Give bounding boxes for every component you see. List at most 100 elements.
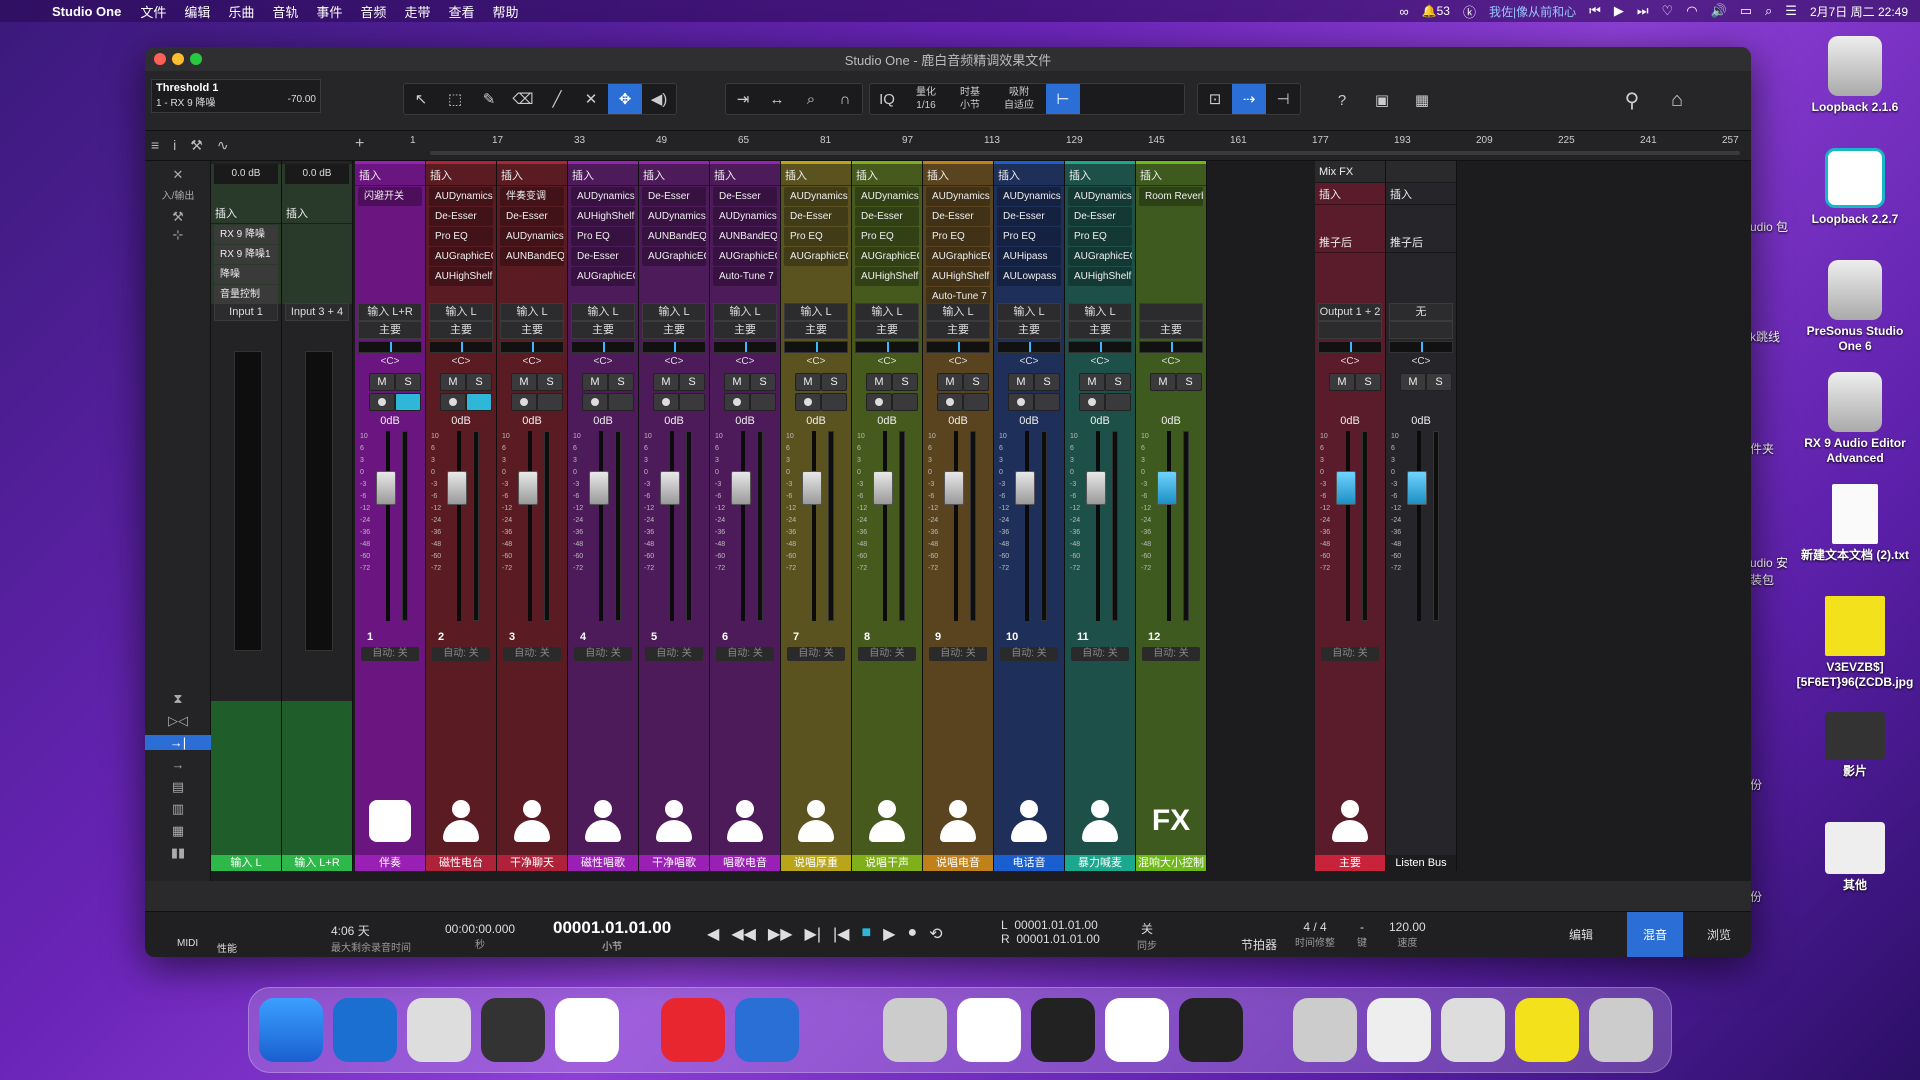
- input-select[interactable]: 输入 L: [855, 303, 919, 321]
- input-select[interactable]: 输入 L: [713, 303, 777, 321]
- output-select[interactable]: 主要: [997, 321, 1061, 339]
- monitor-button[interactable]: [466, 393, 492, 411]
- channel-name[interactable]: 伴奏: [355, 855, 425, 871]
- insert-header[interactable]: 插入: [781, 164, 851, 186]
- play-button[interactable]: ▶: [883, 924, 895, 944]
- pan-knob[interactable]: [1389, 341, 1453, 353]
- volume-fader[interactable]: [376, 471, 396, 505]
- volume-fader[interactable]: [1086, 471, 1106, 505]
- pan-knob[interactable]: [429, 341, 493, 353]
- monitor-button[interactable]: [679, 393, 705, 411]
- studio-one-dock-icon[interactable]: [1179, 998, 1243, 1062]
- plugin-slot[interactable]: AUGraphicEQ: [571, 267, 635, 286]
- plugin-slot[interactable]: AUDynamics: [500, 227, 564, 246]
- mute-button[interactable]: M: [511, 373, 537, 391]
- automation-icon[interactable]: ∿: [217, 137, 229, 154]
- metronome-label[interactable]: 节拍器: [1241, 936, 1277, 953]
- pan-knob[interactable]: [1139, 341, 1203, 353]
- channel-name[interactable]: 混响大小控制: [1136, 855, 1206, 871]
- channel-name[interactable]: Listen Bus: [1386, 855, 1456, 871]
- insert-header[interactable]: 插入: [1315, 183, 1385, 205]
- split-view-icon[interactable]: ⊣: [1266, 84, 1300, 114]
- iq-button[interactable]: IQ: [870, 84, 904, 114]
- output-select[interactable]: 主要: [926, 321, 990, 339]
- send-header[interactable]: 推子后: [1315, 231, 1385, 253]
- automation-select[interactable]: 自动: 关: [503, 647, 561, 661]
- desktop-partial-label[interactable]: 份: [1750, 888, 1790, 905]
- pan-knob[interactable]: [1318, 341, 1382, 353]
- pan-knob[interactable]: [642, 341, 706, 353]
- plugin-slot[interactable]: AULowpass: [997, 267, 1061, 286]
- monitor-button[interactable]: [963, 393, 989, 411]
- pan-knob[interactable]: [1068, 341, 1132, 353]
- output-select[interactable]: [1389, 321, 1453, 339]
- volume-fader[interactable]: [802, 471, 822, 505]
- solo-button[interactable]: S: [892, 373, 918, 391]
- plugin-slot[interactable]: De-Esser: [855, 207, 919, 226]
- io-label[interactable]: 入/输出: [145, 187, 211, 202]
- qq-icon[interactable]: [809, 998, 873, 1062]
- record-arm-button[interactable]: [369, 393, 395, 411]
- insert-header[interactable]: 插入: [923, 164, 993, 186]
- mute-button[interactable]: M: [1400, 373, 1426, 391]
- menu-view[interactable]: 查看: [448, 2, 474, 21]
- volume-fader[interactable]: [731, 471, 751, 505]
- solo-button[interactable]: S: [1105, 373, 1131, 391]
- plugin-slot[interactable]: AUNBandEQ: [713, 227, 777, 246]
- menu-transport[interactable]: 走带: [404, 2, 430, 21]
- input-select[interactable]: 输入 L: [500, 303, 564, 321]
- bend-tool-icon[interactable]: ✥: [608, 84, 642, 114]
- desktop-icon[interactable]: Loopback 2.2.7: [1795, 148, 1915, 227]
- monitor-button[interactable]: [608, 393, 634, 411]
- minimize-window-button[interactable]: [172, 53, 184, 65]
- input-select[interactable]: 输入 L+R: [358, 303, 422, 321]
- rewind-icon[interactable]: ◀◀: [731, 924, 756, 944]
- snap-toggle-icon[interactable]: ⊢: [1046, 84, 1080, 114]
- plugin-slot[interactable]: AUDynamics: [784, 187, 848, 206]
- piano-icon[interactable]: ▤: [145, 779, 211, 795]
- creative-cloud-icon[interactable]: ∞: [1399, 4, 1408, 19]
- record-arm-button[interactable]: [582, 393, 608, 411]
- menu-file[interactable]: 文件: [140, 2, 166, 21]
- k-app-icon[interactable]: ⓚ: [1463, 2, 1476, 21]
- preview-icon[interactable]: [883, 998, 947, 1062]
- pan-knob[interactable]: [784, 341, 848, 353]
- next-track-icon[interactable]: ⏭: [1637, 3, 1649, 19]
- menu-audio[interactable]: 音频: [360, 2, 386, 21]
- sync-toggle[interactable]: 关同步: [1137, 920, 1157, 952]
- volume-fader[interactable]: [589, 471, 609, 505]
- channel-name[interactable]: 唱歌电音: [710, 855, 780, 871]
- loopback-dock-icon[interactable]: [957, 998, 1021, 1062]
- grid-icon[interactable]: ▦: [1405, 85, 1439, 115]
- input-select[interactable]: 输入 L: [926, 303, 990, 321]
- plugin-slot[interactable]: De-Esser: [642, 187, 706, 206]
- plugin-slot[interactable]: De-Esser: [713, 187, 777, 206]
- insert-header[interactable]: 插入: [852, 164, 922, 186]
- input-select[interactable]: 输入 L: [571, 303, 635, 321]
- tab-browse[interactable]: 浏览: [1707, 926, 1731, 943]
- solo-button[interactable]: S: [395, 373, 421, 391]
- meters-icon[interactable]: ▮▮: [145, 845, 211, 861]
- menu-app-name[interactable]: Studio One: [52, 4, 121, 19]
- loop-follow-icon[interactable]: ⊡: [1198, 84, 1232, 114]
- automation-select[interactable]: 自动: 关: [1142, 647, 1200, 661]
- insert-header[interactable]: 插入: [497, 164, 567, 186]
- volume-icon[interactable]: 🔊: [1711, 3, 1727, 19]
- plugin-slot[interactable]: AUDynamics: [855, 187, 919, 206]
- add-track-icon[interactable]: +: [355, 135, 364, 153]
- plugin-slot[interactable]: De-Esser: [500, 207, 564, 226]
- todesk-icon[interactable]: [555, 998, 619, 1062]
- mute-button[interactable]: M: [582, 373, 608, 391]
- channel-name[interactable]: 输入 L+R: [282, 855, 352, 871]
- finder-icon[interactable]: [259, 998, 323, 1062]
- desktop-icon[interactable]: PreSonus Studio One 6: [1795, 260, 1915, 354]
- output-select[interactable]: 主要: [571, 321, 635, 339]
- output-select[interactable]: [1318, 321, 1382, 339]
- video-icon[interactable]: ▣: [1365, 85, 1399, 115]
- mute-button[interactable]: M: [724, 373, 750, 391]
- list-icon[interactable]: ≡: [151, 137, 159, 154]
- timeline-scrollbar[interactable]: [430, 151, 1740, 155]
- plugin-slot[interactable]: Pro EQ: [926, 227, 990, 246]
- insert-header[interactable]: 插入: [1386, 183, 1456, 205]
- home-icon[interactable]: ⌂: [1660, 85, 1694, 115]
